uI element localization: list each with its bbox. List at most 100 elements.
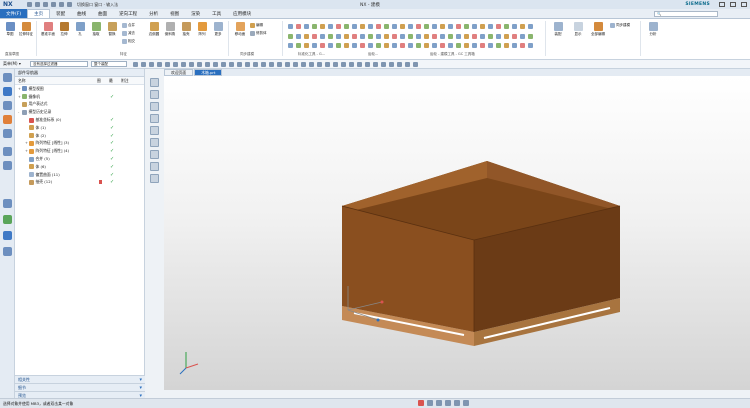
close-icon[interactable]	[741, 2, 747, 7]
snap-icon[interactable]	[269, 61, 274, 67]
gc-tool-icon[interactable]	[496, 43, 501, 48]
gc-tool-icon[interactable]	[440, 34, 445, 39]
sketch-button[interactable]: 草图	[2, 22, 18, 37]
pan-icon[interactable]	[150, 114, 159, 123]
gc-tool-icon[interactable]	[424, 24, 429, 29]
undo-icon[interactable]	[35, 2, 40, 7]
snap-icon[interactable]	[349, 61, 354, 67]
gc-tool-icon[interactable]	[392, 24, 397, 29]
gc-tool-icon[interactable]	[440, 24, 445, 29]
snap-icon[interactable]	[341, 61, 346, 67]
pattern-button[interactable]: 阵列	[194, 22, 210, 37]
gc-tool-icon[interactable]	[360, 24, 365, 29]
gc-tool-icon[interactable]	[456, 34, 461, 39]
column-up-to-date[interactable]: 图	[97, 78, 109, 84]
gc-tool-icon[interactable]	[488, 24, 493, 29]
select-icon[interactable]	[463, 400, 469, 406]
extrude-feature-button[interactable]: 拉伸特征	[18, 22, 34, 37]
clock-icon[interactable]	[3, 199, 12, 208]
snap-icon[interactable]	[221, 61, 226, 67]
graphics-window[interactable]	[164, 76, 750, 390]
extrude-button[interactable]: 拉伸	[56, 22, 72, 37]
assembly-navigator-icon[interactable]	[3, 101, 12, 110]
quick-pick-icon[interactable]	[418, 400, 424, 406]
gc-tool-icon[interactable]	[296, 43, 301, 48]
gc-tool-icon[interactable]	[472, 43, 477, 48]
gc-tool-icon[interactable]	[320, 34, 325, 39]
tab-view[interactable]: 视图	[164, 9, 185, 18]
close-view-icon[interactable]	[150, 126, 159, 135]
gc-tool-icon[interactable]	[504, 34, 509, 39]
gc-tool-icon[interactable]	[472, 24, 477, 29]
gc-tool-icon[interactable]	[328, 24, 333, 29]
gc-tool-icon[interactable]	[344, 34, 349, 39]
redo-icon[interactable]	[43, 2, 48, 7]
snap-icon[interactable]	[357, 61, 362, 67]
gc-tool-icon[interactable]	[352, 43, 357, 48]
gc-tool-icon[interactable]	[528, 43, 533, 48]
shaded-icon[interactable]	[150, 138, 159, 147]
gc-tool-icon[interactable]	[424, 34, 429, 39]
snap-icon[interactable]	[389, 61, 394, 67]
tree-node[interactable]: + 模型视图	[15, 85, 144, 93]
subtract-button[interactable]: 减去	[122, 31, 135, 36]
quick-access-text[interactable]: 切换窗口 窗口 · 输入法	[77, 2, 118, 8]
tree-node[interactable]: 用户表达式	[15, 101, 144, 109]
tree-node[interactable]: + 阵列特征 [线性] (3) ✓	[15, 140, 144, 148]
snap-icon[interactable]	[365, 61, 370, 67]
snap-icon[interactable]	[189, 61, 194, 67]
gc-tool-icon[interactable]	[480, 34, 485, 39]
selection-filter-dropdown[interactable]: 没有选择过滤器	[30, 61, 88, 67]
trim-body-button[interactable]: 修剪体	[250, 31, 267, 36]
snap-icon[interactable]	[205, 61, 210, 67]
gc-tool-icon[interactable]	[464, 43, 469, 48]
snap-icon[interactable]	[157, 61, 162, 67]
snap-icon[interactable]	[277, 61, 282, 67]
gc-tool-icon[interactable]	[416, 34, 421, 39]
snap-icon[interactable]	[397, 61, 402, 67]
gc-tool-icon[interactable]	[296, 24, 301, 29]
gc-tool-icon[interactable]	[432, 24, 437, 29]
gc-tool-icon[interactable]	[320, 43, 325, 48]
snap-icon[interactable]	[301, 61, 306, 67]
details-panel[interactable]: 细节	[15, 383, 145, 391]
save-icon[interactable]	[27, 2, 32, 7]
gc-tool-icon[interactable]	[416, 24, 421, 29]
gc-tool-icon[interactable]	[512, 43, 517, 48]
gc-tool-icon[interactable]	[360, 43, 365, 48]
gc-tool-icon[interactable]	[304, 24, 309, 29]
tree-node[interactable]: + 摄像机 ✓	[15, 93, 144, 101]
gc-tool-icon[interactable]	[432, 43, 437, 48]
dependencies-panel[interactable]: 相关性	[15, 375, 145, 383]
minimize-icon[interactable]	[719, 2, 725, 7]
more-button[interactable]: 更多	[210, 22, 226, 37]
system-materials-icon[interactable]	[3, 215, 12, 224]
select-icon[interactable]	[436, 400, 442, 406]
snap-icon[interactable]	[309, 61, 314, 67]
gc-tool-icon[interactable]	[504, 24, 509, 29]
gc-tool-icon[interactable]	[488, 34, 493, 39]
settings-icon[interactable]	[3, 73, 12, 82]
gc-tool-icon[interactable]	[448, 24, 453, 29]
tab-reverse-engineering[interactable]: 逆向工程	[113, 9, 143, 18]
snap-icon[interactable]	[261, 61, 266, 67]
gc-tool-icon[interactable]	[464, 24, 469, 29]
gc-tool-icon[interactable]	[360, 34, 365, 39]
gc-tool-icon[interactable]	[288, 34, 293, 39]
snap-icon[interactable]	[237, 61, 242, 67]
gc-tool-icon[interactable]	[376, 34, 381, 39]
wireframe-icon[interactable]	[150, 150, 159, 159]
section-icon[interactable]	[150, 174, 159, 183]
assembly-button[interactable]: 装配	[550, 22, 566, 37]
gc-tool-icon[interactable]	[368, 34, 373, 39]
gc-tool-icon[interactable]	[288, 43, 293, 48]
gc-tool-icon[interactable]	[480, 24, 485, 29]
tree-node[interactable]: 基准坐标系 (0) ✓	[15, 116, 144, 124]
gc-tool-icon[interactable]	[488, 43, 493, 48]
gc-tool-icon[interactable]	[320, 24, 325, 29]
tab-applications[interactable]: 应用模块	[227, 9, 257, 18]
gc-tool-icon[interactable]	[352, 34, 357, 39]
gc-tool-icon[interactable]	[448, 43, 453, 48]
command-search-input[interactable]: 🔍	[654, 11, 718, 17]
gc-tool-icon[interactable]	[376, 43, 381, 48]
